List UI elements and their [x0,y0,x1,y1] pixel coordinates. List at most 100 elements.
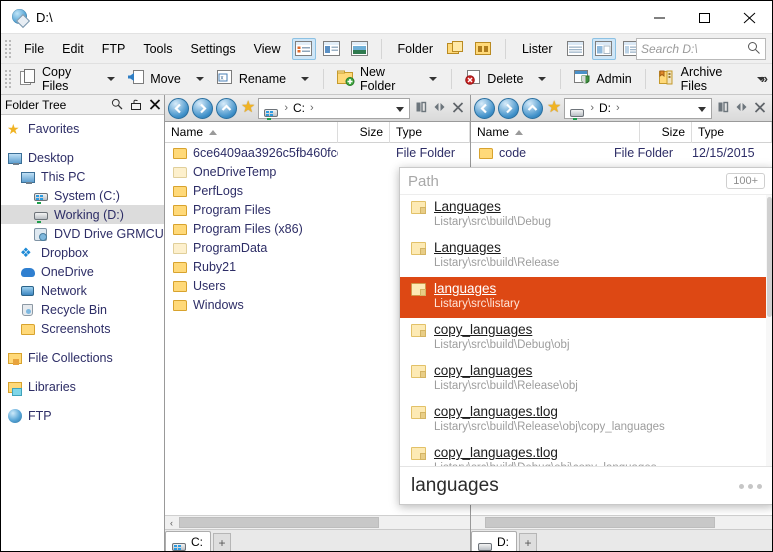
maximize-button[interactable] [682,1,727,33]
hscroll-thumb[interactable] [485,517,715,528]
popup-scrollbar[interactable] [766,195,773,466]
new-folder-dropdown[interactable] [429,77,437,81]
column-header-type[interactable]: Type [692,122,772,143]
column-header-size[interactable]: Size [338,122,390,143]
close-tab-icon[interactable] [754,101,766,116]
close-button[interactable] [727,1,772,33]
toolbar-overflow-button[interactable]: » [761,71,768,86]
rename-dropdown[interactable] [301,77,309,81]
move-dropdown[interactable] [196,77,204,81]
tree-item-file-collections[interactable]: File Collections [1,348,164,367]
delete-button[interactable]: Delete [459,66,529,92]
tree-item-screenshots[interactable]: Screenshots [1,319,164,338]
popup-result-list[interactable]: LanguagesListary\src\build\DebugLanguage… [400,195,773,466]
admin-button[interactable]: Admin [568,66,637,92]
table-row[interactable]: 6ce6409aa3926c5fb460fce71aFile Folder [165,143,470,162]
more-dots-icon[interactable] [739,484,762,489]
search-result-item[interactable]: languagesListary\src\listary [400,277,773,318]
table-row[interactable]: codeFile Folder12/15/2015 [471,143,772,162]
tree-item-recycle-bin[interactable]: Recycle Bin [1,300,164,319]
move-button[interactable]: Move [122,66,187,92]
copy-files-dropdown[interactable] [107,77,115,81]
archive-files-button[interactable]: Archive Files [653,66,748,92]
back-arrow-icon[interactable] [168,98,189,119]
up-arrow-icon[interactable] [216,98,237,119]
split-pane-icon[interactable] [717,101,729,116]
menu-settings[interactable]: Settings [182,38,245,60]
folder-tree-list[interactable]: ★FavoritesDesktopThis PCSystem (C:)Worki… [1,115,164,551]
column-header-name[interactable]: Name [471,122,640,143]
search-result-item[interactable]: copy_languagesListary\src\build\Release\… [400,359,773,400]
copy-files-button[interactable]: Copy Files [14,66,98,92]
swap-pane-icon[interactable] [433,101,446,116]
popup-query-text[interactable]: languages [411,475,499,497]
right-pane-breadcrumb[interactable]: › D: › [564,98,712,119]
tree-item-onedrive[interactable]: OneDrive [1,262,164,281]
search-result-item[interactable]: copy_languagesListary\src\build\Debug\ob… [400,318,773,359]
dual-pane-vertical-icon[interactable] [592,38,616,60]
close-icon[interactable] [149,98,161,113]
tree-item-working-d[interactable]: Working (D:) [1,205,164,224]
breadcrumb-dropdown-icon[interactable] [396,107,404,112]
tree-item-libraries[interactable]: Libraries [1,377,164,396]
right-pane-hscrollbar[interactable] [471,515,772,529]
tree-search-icon[interactable] [111,98,123,113]
menu-view[interactable]: View [245,38,290,60]
new-folder-button[interactable]: New Folder [331,66,420,92]
tree-item-dvd-drive-grmcul[interactable]: DVD Drive GRMCUL [1,224,164,243]
tree-item-dropbox[interactable]: ❖Dropbox [1,243,164,262]
up-arrow-icon[interactable] [522,98,543,119]
search-icon[interactable] [747,41,761,58]
tree-item-favorites[interactable]: ★Favorites [1,119,164,138]
menu-tools[interactable]: Tools [134,38,181,60]
column-header-size[interactable]: Size [640,122,692,143]
result-name[interactable]: copy_languages.tlog [434,445,656,461]
result-name[interactable]: copy_languages [434,322,570,338]
column-header-type[interactable]: Type [390,122,470,143]
left-pane-breadcrumb[interactable]: › C: › [258,98,410,119]
result-name[interactable]: Languages [434,199,551,215]
single-pane-icon[interactable] [564,38,588,60]
delete-dropdown[interactable] [538,77,546,81]
breadcrumb-segment[interactable]: D: [599,101,611,115]
search-result-item[interactable]: copy_languages.tlogListary\src\build\Rel… [400,400,773,441]
menu-edit[interactable]: Edit [53,38,93,60]
new-tab-button[interactable]: + [519,533,537,551]
search-input[interactable]: Search D:\ [641,42,747,56]
search-box[interactable]: Search D:\ [636,38,766,60]
tree-item-desktop[interactable]: Desktop [1,148,164,167]
scroll-left-icon[interactable]: ‹ [165,518,178,528]
breadcrumb-segment[interactable]: C: [293,101,305,115]
search-result-item[interactable]: copy_languages.tlogListary\src\build\Deb… [400,441,773,466]
menu-file[interactable]: File [15,38,53,60]
menu-folder[interactable]: Folder [389,38,442,60]
folder-lock-icon[interactable] [472,38,496,60]
close-tab-icon[interactable] [452,101,464,116]
hscroll-thumb[interactable] [179,517,379,528]
minimize-button[interactable] [637,1,682,33]
tree-item-network[interactable]: Network [1,281,164,300]
result-name[interactable]: languages [434,281,520,297]
star-icon[interactable]: ★ [241,99,255,117]
swap-pane-icon[interactable] [735,101,748,116]
folder-tabs-icon[interactable] [444,38,468,60]
tree-item-this-pc[interactable]: This PC [1,167,164,186]
rename-button[interactable]: x Rename [211,66,292,92]
split-pane-icon[interactable] [415,101,427,116]
thumbnail-view-icon[interactable] [348,38,372,60]
forward-arrow-icon[interactable] [192,98,213,119]
column-header-name[interactable]: Name [165,122,338,143]
listary-search-popup[interactable]: Path 100+ LanguagesListary\src\build\Deb… [399,167,773,505]
menu-drag-handle[interactable] [3,38,12,60]
details-view-icon[interactable] [292,38,316,60]
unlock-icon[interactable] [130,98,142,113]
search-result-item[interactable]: LanguagesListary\src\build\Release [400,236,773,277]
toolbar-drag-handle[interactable] [3,68,11,90]
star-icon[interactable]: ★ [547,99,561,117]
breadcrumb-dropdown-icon[interactable] [698,107,706,112]
menu-lister[interactable]: Lister [513,38,562,60]
back-arrow-icon[interactable] [474,98,495,119]
tree-item-ftp[interactable]: FTP [1,406,164,425]
result-name[interactable]: Languages [434,240,559,256]
search-result-item[interactable]: LanguagesListary\src\build\Debug [400,195,773,236]
